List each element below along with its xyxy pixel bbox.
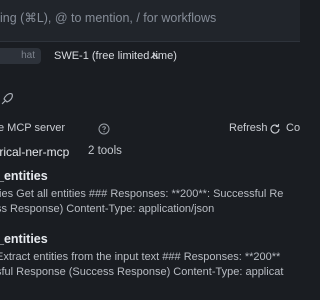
- mode-row: hat SWE-1 (free limited time): [0, 47, 300, 65]
- tool-description: Extract entities from the input text ###…: [0, 251, 281, 263]
- mcp-header: e MCP server Refresh Co: [0, 122, 300, 138]
- rocket-icon[interactable]: [0, 92, 14, 106]
- tool-name: _entities: [0, 232, 48, 246]
- tool-description: ss Response) Content-Type: application/j…: [0, 203, 215, 215]
- mcp-section-title: e MCP server: [0, 122, 66, 134]
- chat-mode-chip[interactable]: hat: [0, 48, 41, 64]
- refresh-icon[interactable]: [269, 123, 281, 135]
- chevron-up-icon[interactable]: [149, 51, 160, 62]
- refresh-button[interactable]: Refresh: [229, 122, 268, 134]
- tool-count: 2 tools: [88, 145, 122, 157]
- tool-description: ties Get all entities ### Responses: **2…: [0, 188, 284, 200]
- server-name: trical-ner-mcp: [0, 145, 70, 159]
- mcp-server-row[interactable]: trical-ner-mcp 2 tools: [0, 145, 300, 161]
- help-icon[interactable]: [98, 123, 110, 135]
- tool-description: sful Response (Success Response) Content…: [0, 266, 284, 278]
- collapse-button[interactable]: Co: [286, 122, 300, 134]
- tool-name: _entities: [0, 169, 48, 183]
- chat-input[interactable]: ing (⌘L), @ to mention, / for workflows: [0, 0, 300, 42]
- chat-input-placeholder: ing (⌘L), @ to mention, / for workflows: [0, 11, 217, 25]
